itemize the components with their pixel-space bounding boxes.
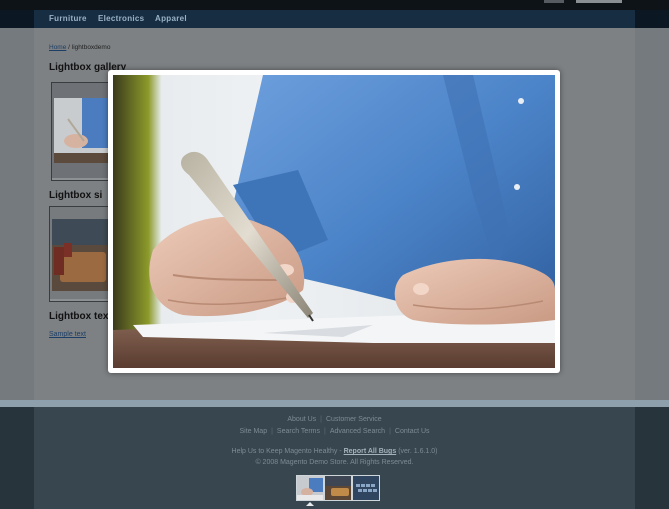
breadcrumb-separator: / <box>68 44 70 51</box>
nav-item-apparel[interactable]: Apparel <box>155 14 187 23</box>
single-heading: Lightbox si <box>49 190 103 201</box>
filmstrip-thumb-office-image <box>325 476 351 500</box>
lightbox-image <box>113 75 555 368</box>
footer-copyright: © 2008 Magento Demo Store. All Rights Re… <box>255 459 414 466</box>
footer-version: (ver. 1.6.1.0) <box>398 448 438 455</box>
header-links-placeholder[interactable] <box>544 0 564 3</box>
breadcrumb-current: lightboxdemo <box>71 44 111 51</box>
main-navigation: Furniture Electronics Apparel <box>0 10 669 28</box>
breadcrumb-home-link[interactable]: Home <box>49 44 66 51</box>
filmstrip-thumb-office[interactable] <box>324 475 352 501</box>
gallery-thumbnail-image <box>52 83 108 178</box>
footer-divider <box>0 400 669 407</box>
single-thumbnail[interactable] <box>49 206 111 302</box>
filmstrip-thumb-keyboard[interactable] <box>352 475 380 501</box>
footer-links-primary: About Us | Customer Service <box>287 416 382 423</box>
footer-link-site-map[interactable]: Site Map <box>239 428 267 435</box>
footer-link-about-us[interactable]: About Us <box>287 416 316 423</box>
footer-help: Help Us to Keep Magento Healthy - Report… <box>0 448 669 455</box>
top-strip <box>0 0 669 10</box>
single-thumbnail-image <box>50 207 108 299</box>
header-search-box[interactable] <box>576 0 622 3</box>
footer-link-search-terms[interactable]: Search Terms <box>277 428 320 435</box>
nav-item-electronics[interactable]: Electronics <box>98 14 144 23</box>
footer-link-advanced-search[interactable]: Advanced Search <box>330 428 385 435</box>
gallery-thumbnail[interactable] <box>51 82 111 181</box>
nav-item-furniture[interactable]: Furniture <box>49 14 87 23</box>
filmstrip-thumb-writing-image <box>297 476 323 500</box>
lightbox-popup[interactable] <box>108 70 560 373</box>
sample-text-link[interactable]: Sample text <box>49 331 86 338</box>
footer-link-customer-service[interactable]: Customer Service <box>326 416 382 423</box>
footer-links-secondary: Site Map | Search Terms | Advanced Search | Co… <box>239 428 430 435</box>
filmstrip-thumb-writing[interactable] <box>296 475 324 501</box>
breadcrumb: Home / lightboxdemo <box>49 44 110 51</box>
text-heading: Lightbox tex <box>49 311 109 322</box>
footer-link-contact-us[interactable]: Contact Us <box>395 428 430 435</box>
hand-writing-photo-icon <box>113 75 555 368</box>
filmstrip-thumb-keyboard-image <box>353 476 379 500</box>
filmstrip-active-pointer <box>306 502 314 506</box>
footer-help-text: Help Us to Keep Magento Healthy - <box>231 448 342 455</box>
report-bugs-link[interactable]: Report All Bugs <box>344 448 397 455</box>
